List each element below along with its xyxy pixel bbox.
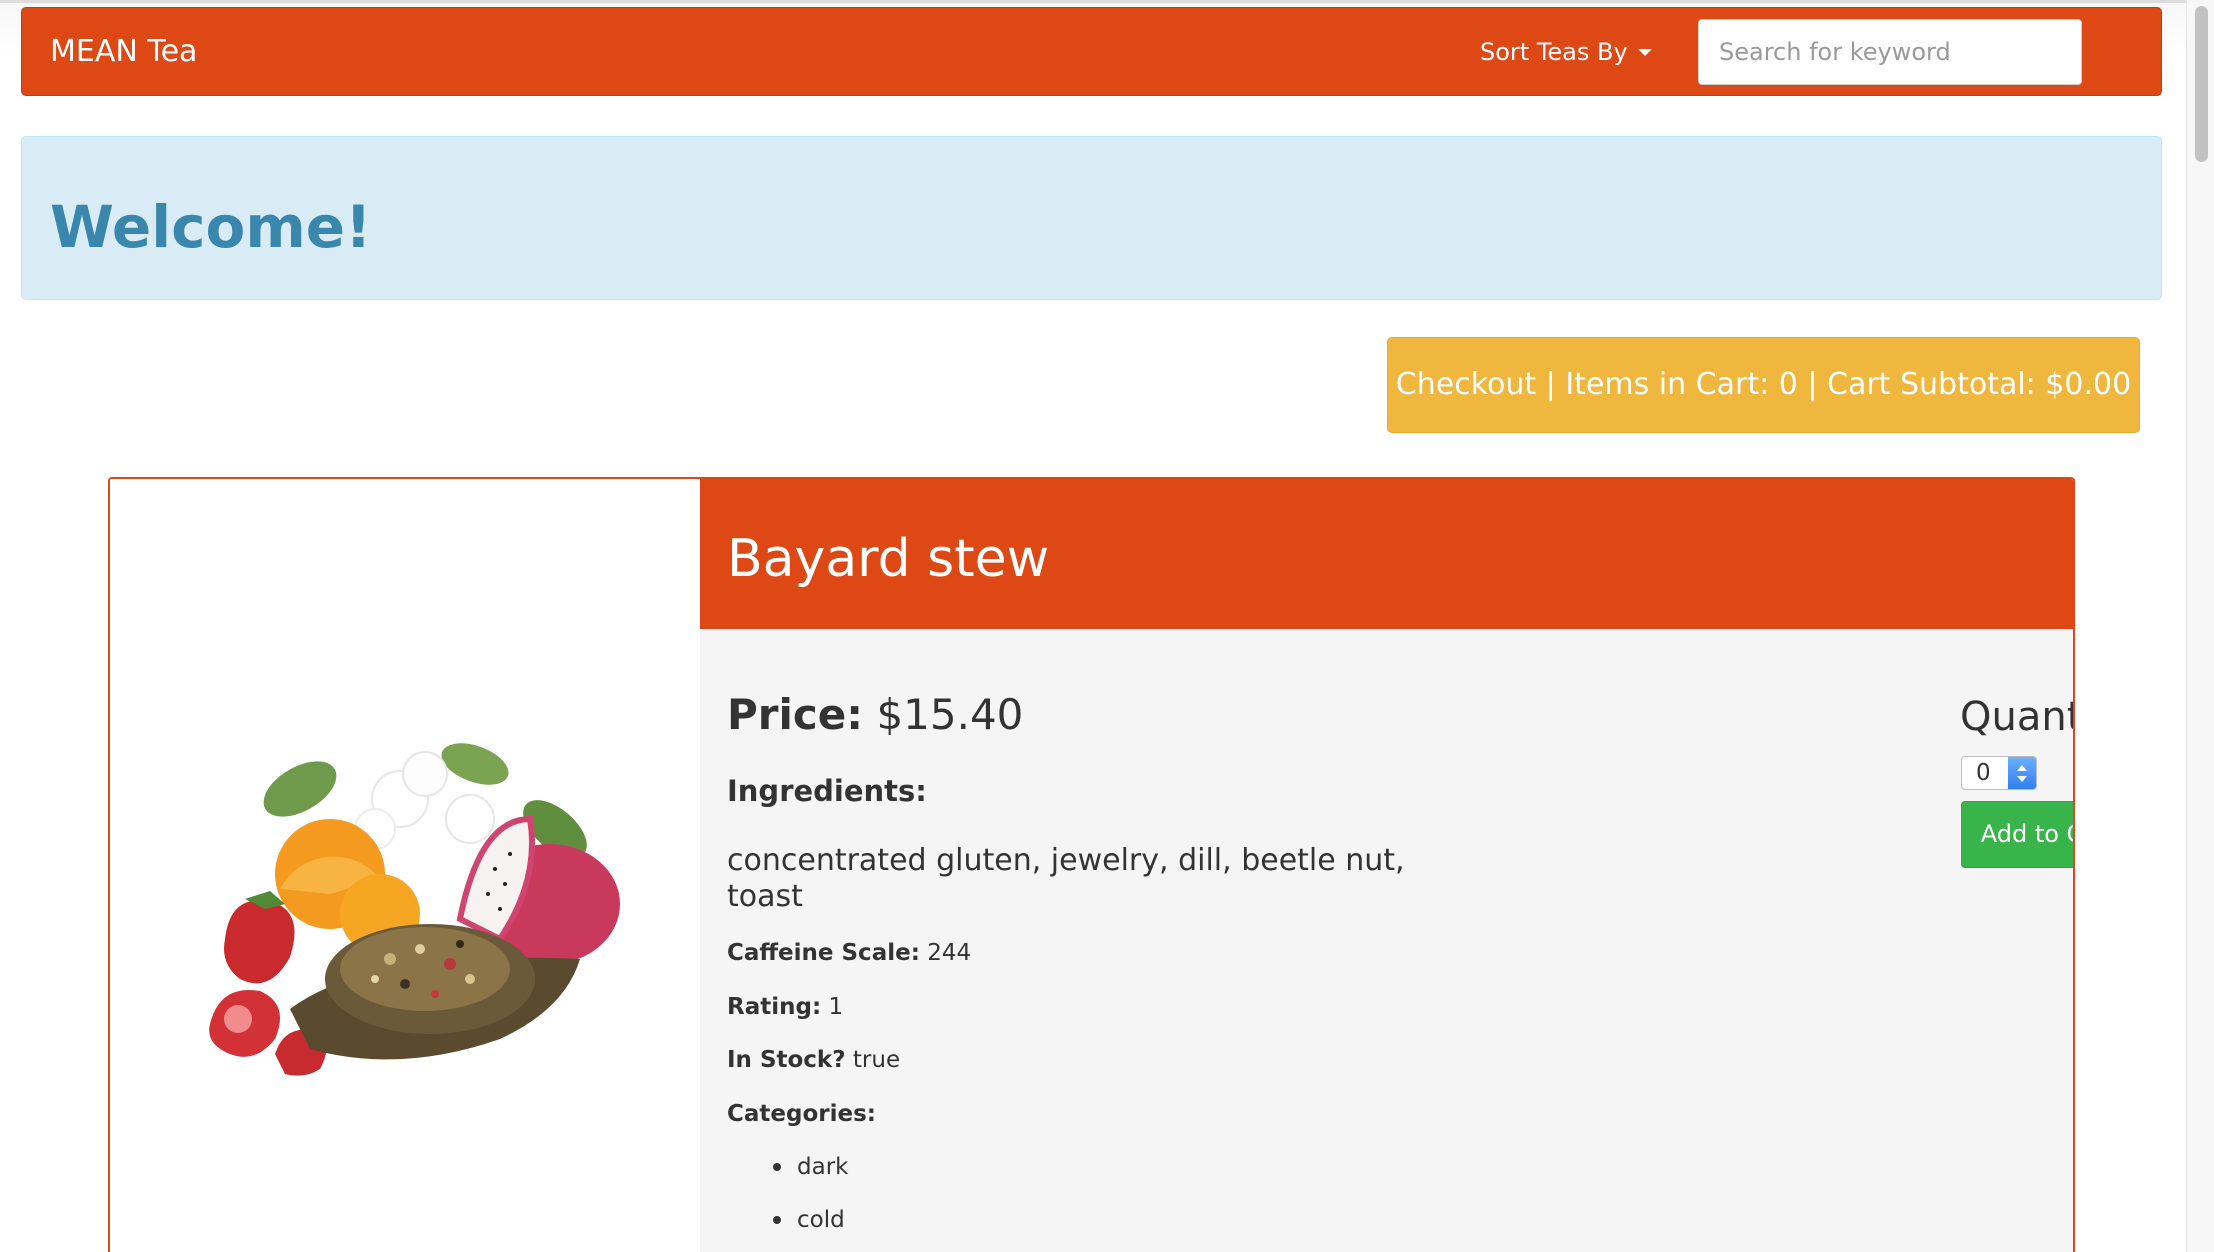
in-stock-value: true: [852, 1047, 901, 1073]
sort-teas-dropdown[interactable]: Sort Teas By: [1480, 34, 1652, 70]
spinner-up-icon[interactable]: [2017, 765, 2027, 771]
product-details: Price: $15.40 Ingredients: concentrated …: [700, 629, 2073, 1252]
quantity-label: Quantity:: [1960, 694, 2073, 740]
quantity-value: 0: [1976, 760, 1991, 786]
in-stock-line: In Stock? true: [727, 1044, 900, 1076]
price-line: Price: $15.40: [727, 689, 1023, 741]
product-name: Bayard stew: [727, 529, 1050, 589]
categories-label-text: Categories:: [727, 1101, 876, 1127]
in-stock-label: In Stock?: [727, 1047, 846, 1073]
rating-line: Rating: 1: [727, 991, 843, 1023]
categories-list: dark cold: [773, 1151, 848, 1252]
add-to-cart-button[interactable]: Add to Cart: [1961, 801, 2073, 868]
search-input[interactable]: [1698, 19, 2082, 85]
rating-value: 1: [828, 994, 844, 1020]
sort-teas-label: Sort Teas By: [1480, 38, 1628, 66]
brand-link[interactable]: MEAN Tea: [50, 32, 197, 72]
ingredients-text: concentrated gluten, jewelry, dill, beet…: [727, 843, 1405, 914]
price-value: $15.40: [876, 690, 1024, 739]
caret-down-icon: [1637, 48, 1652, 56]
vertical-scrollbar[interactable]: [2186, 0, 2214, 1252]
quantity-stepper[interactable]: 0: [1961, 756, 2037, 790]
page: MEAN Tea Sort Teas By Welcome! Checkout …: [0, 0, 2186, 1252]
category-item: dark: [773, 1151, 848, 1204]
caffeine-line: Caffeine Scale: 244: [727, 937, 971, 969]
category-item: cold: [773, 1204, 848, 1252]
spinner-down-icon[interactable]: [2017, 776, 2027, 782]
scrollbar-thumb[interactable]: [2195, 6, 2208, 162]
price-label: Price:: [727, 690, 864, 739]
welcome-banner: Welcome!: [21, 136, 2162, 300]
ingredients-label: Ingredients:: [727, 774, 927, 808]
tea-product-image: [209, 743, 620, 1076]
product-card: Bayard stew Price: $15.40 Ingredients: c…: [108, 477, 2075, 1252]
checkout-button[interactable]: Checkout | Items in Cart: 0 | Cart Subto…: [1387, 337, 2140, 433]
welcome-heading: Welcome!: [50, 193, 372, 261]
caffeine-value: 244: [927, 940, 972, 966]
product-image-panel: [110, 479, 700, 1252]
product-header: Bayard stew: [700, 479, 2073, 629]
caffeine-label: Caffeine Scale:: [727, 940, 920, 966]
navbar: MEAN Tea Sort Teas By: [21, 7, 2162, 96]
spinner-arrows-icon[interactable]: [2008, 757, 2036, 789]
rating-label: Rating:: [727, 994, 822, 1020]
categories-label: Categories:: [727, 1098, 876, 1130]
